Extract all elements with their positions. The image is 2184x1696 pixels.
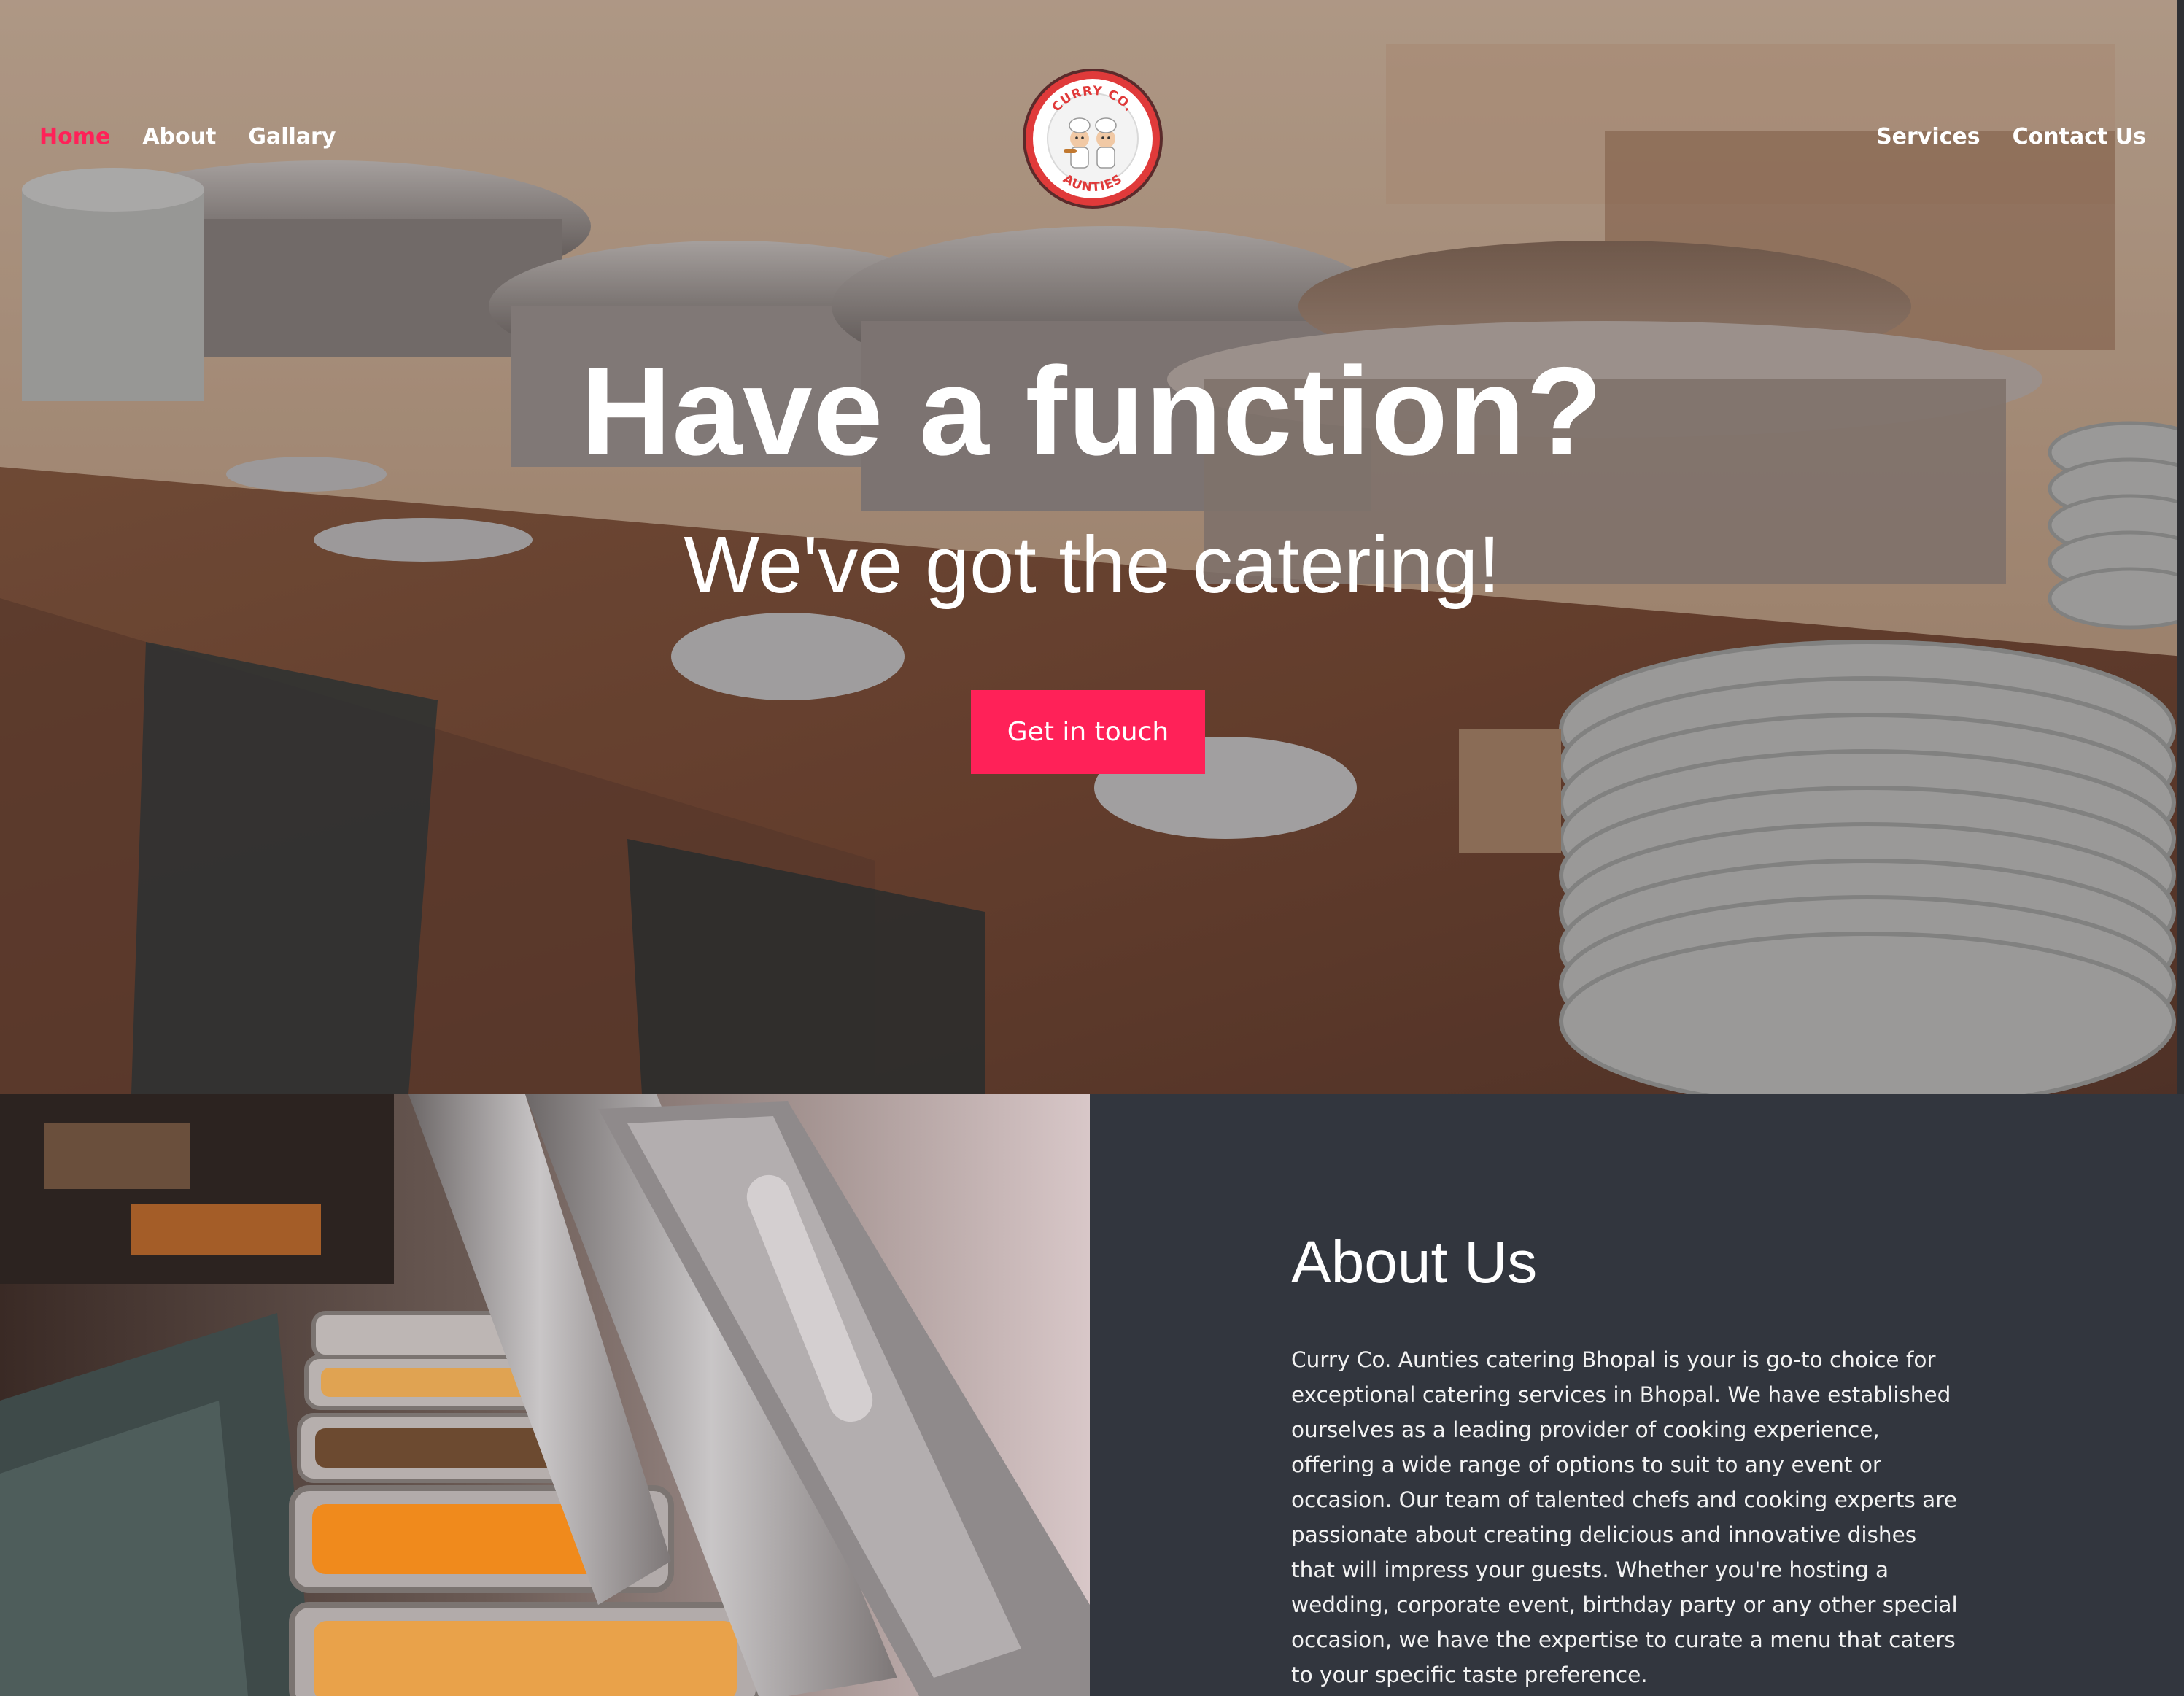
nav-link-contact-us[interactable]: Contact Us [2013, 124, 2146, 150]
two-chefs-logo-icon: CURRY CO. AUNTIES [1023, 69, 1163, 209]
nav-link-gallary[interactable]: Gallary [248, 124, 336, 150]
primary-nav-left: Home About Gallary [39, 124, 336, 150]
get-in-touch-button[interactable]: Get in touch [971, 690, 1205, 774]
buffet-trays-image [0, 1094, 1090, 1696]
about-heading: About Us [1291, 1229, 1538, 1296]
about-body-text: Curry Co. Aunties catering Bhopal is you… [1291, 1347, 1958, 1687]
about-image [0, 1094, 1090, 1696]
primary-nav-right: Services Contact Us [1876, 124, 2146, 150]
brand-logo[interactable]: CURRY CO. AUNTIES [1021, 67, 1164, 210]
hero-subtitle: We've got the catering! [684, 520, 1500, 610]
nav-link-about[interactable]: About [142, 124, 216, 150]
hero-title: Have a function? [581, 341, 1603, 481]
nav-link-home[interactable]: Home [39, 124, 110, 150]
hero-section: Home About Gallary CURRY CO. AUNTIES Ser… [0, 0, 2184, 1094]
nav-link-services[interactable]: Services [1876, 124, 1980, 150]
